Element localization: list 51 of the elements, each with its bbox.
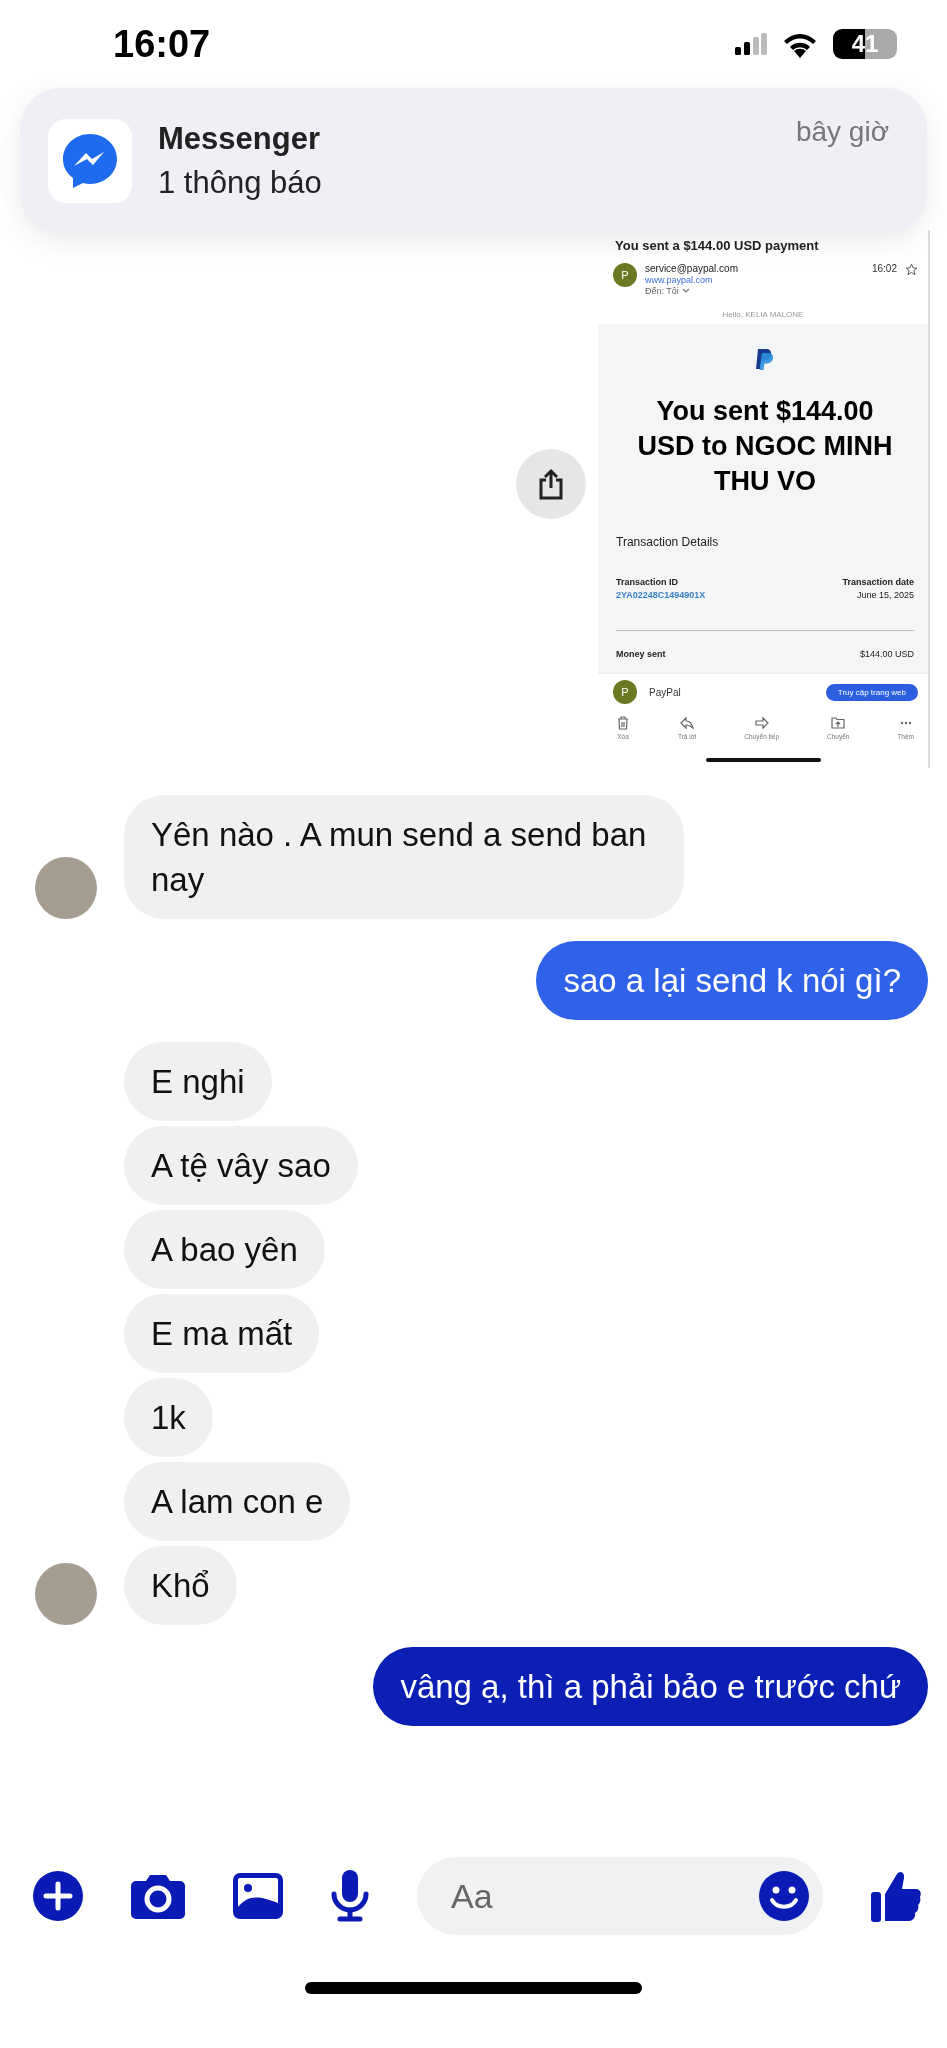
received-message: E nghi [124,1042,272,1121]
email-headline: You sent $144.00 USD to NGOC MINH THU VO [636,395,894,498]
camera-icon[interactable] [131,1873,185,1919]
battery-icon: 41 [833,29,897,59]
received-message: E ma mất [124,1294,320,1373]
chevron-down-icon[interactable] [681,288,690,294]
email-time: 16:02 [871,263,897,274]
notification-time: bây giờ [795,116,889,148]
signal-icon [735,33,767,55]
received-message: Khổ [124,1546,237,1625]
section-title: Transaction Details [616,535,720,549]
message-input[interactable]: Aa [417,1857,823,1935]
messenger-icon [48,119,132,203]
sender-link[interactable]: www.paypal.com [645,275,864,285]
transaction-id-label: Transaction ID [616,577,679,587]
share-icon [537,468,565,500]
reply-icon[interactable] [680,716,695,730]
image-icon[interactable] [233,1873,283,1919]
status-time: 16:07 [113,22,211,66]
email-subject: You sent a $144.00 USD payment [614,238,820,253]
sender-avatar: P [613,680,637,704]
received-message: Yên nào . A mun send a send ban nay [124,795,684,919]
recipient-label: Đến: Tôi [645,286,679,296]
plus-icon[interactable] [33,1871,83,1921]
emoji-icon[interactable] [759,1871,809,1921]
transaction-date-label: Transaction date [842,577,914,587]
money-sent-label: Money sent [616,649,666,659]
sender-avatar: P [613,263,637,287]
received-message: A lam con e [124,1462,351,1541]
sent-message: sao a lại send k nói gì? [536,941,928,1020]
sender-name: PayPal [649,686,682,698]
sent-message: vâng ạ, thì a phải bảo e trước chứ [373,1647,928,1726]
trash-icon[interactable] [616,716,630,730]
notification-banner[interactable]: Messenger 1 thông báo bây giờ [20,88,927,234]
received-message: A bao yên [124,1210,325,1289]
microphone-icon[interactable] [331,1870,369,1922]
paypal-logo-icon [755,348,775,372]
transaction-date: June 15, 2025 [856,590,914,600]
notification-text: 1 thông báo [158,165,323,201]
received-message: A tệ vây sao [124,1126,358,1205]
thumbs-up-icon[interactable] [871,1870,921,1922]
money-sent-amount: $144.00 USD [859,649,914,659]
folder-icon[interactable] [831,716,846,730]
forward-icon[interactable] [754,716,769,730]
notification-app-name: Messenger [158,121,321,157]
star-icon[interactable] [905,263,918,276]
sender-email: service@paypal.com [645,263,739,274]
transaction-id-link[interactable]: 2YA02248C1494901X [616,590,706,600]
visit-website-button[interactable]: Truy cập trang web [825,683,918,701]
email-greeting: Hello, KELIA MALONE [721,309,805,321]
received-message: 1k [124,1378,213,1457]
